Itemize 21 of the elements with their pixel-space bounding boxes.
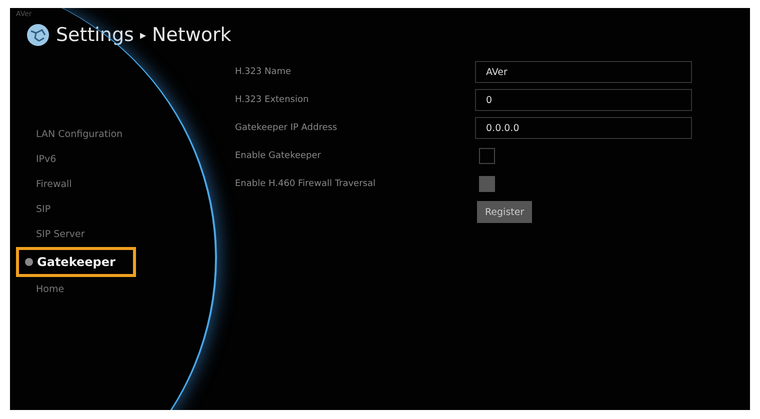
sidebar-item[interactable]: IPv6 [10,147,210,172]
field-label: Enable H.460 Firewall Traversal [235,179,376,189]
input-field[interactable]: AVer [475,61,692,83]
checkbox[interactable] [479,148,495,164]
field-label: Gatekeeper IP Address [235,123,338,133]
sidebar-item[interactable]: SIP [10,197,210,222]
input-field[interactable]: 0.0.0.0 [475,117,692,139]
field-label: Enable Gatekeeper [235,151,322,161]
field-label: H.323 Extension [235,95,310,105]
register-button[interactable]: Register [477,201,532,223]
sidebar-item[interactable]: Home [10,277,210,302]
sidebar-item[interactable]: SIP Server [10,222,210,247]
page-subtitle: Network [152,24,232,46]
sidebar-item[interactable]: Gatekeeper [16,247,136,277]
input-field[interactable]: 0 [475,89,692,111]
breadcrumb-arrow: ▸ [140,28,146,42]
sidebar-item[interactable]: Firewall [10,172,210,197]
field-label: H.323 Name [235,67,292,77]
globe-icon [26,23,50,47]
bullet-icon [25,258,33,266]
sidebar-item[interactable]: LAN Configuration [10,122,210,147]
